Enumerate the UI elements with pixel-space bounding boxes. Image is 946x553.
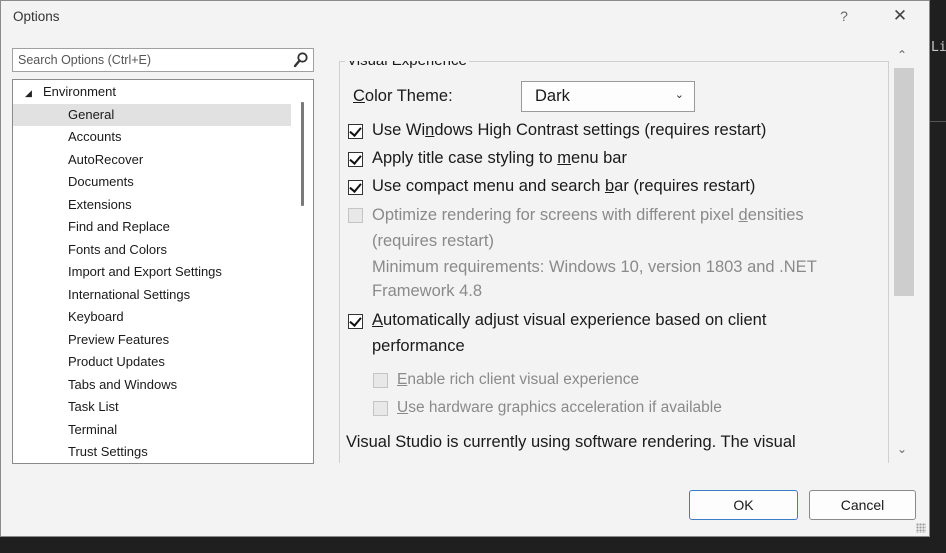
- color-theme-value: Dark: [535, 87, 570, 105]
- tree-item-accounts[interactable]: Accounts: [13, 126, 291, 148]
- tree-item-product-updates[interactable]: Product Updates: [13, 351, 291, 373]
- group-title: Visual Experience: [345, 61, 469, 69]
- title-case-checkbox[interactable]: [348, 152, 363, 167]
- tree-item-general[interactable]: General: [13, 103, 291, 126]
- chevron-down-icon: ⌄: [674, 89, 684, 101]
- rendering-status-text: Visual Studio is currently using softwar…: [346, 433, 796, 451]
- search-placeholder: Search Options (Ctrl+E): [18, 53, 152, 67]
- scroll-up-icon[interactable]: ⌃: [897, 48, 907, 62]
- rich-client-checkbox[interactable]: [373, 373, 388, 388]
- panel-scrollbar[interactable]: ⌃ ⌄: [892, 46, 914, 464]
- search-options-input[interactable]: Search Options (Ctrl+E): [12, 48, 314, 72]
- hw-accel-checkbox[interactable]: [373, 401, 388, 416]
- tree-item-terminal[interactable]: Terminal: [13, 419, 291, 441]
- color-theme-label: Color Theme:: [353, 87, 453, 105]
- tree-item-task-list[interactable]: Task List: [13, 396, 291, 418]
- auto-adjust-checkbox[interactable]: [348, 314, 363, 329]
- options-dialog: Options ? ✕ Search Options (Ctrl+E) ◢ Env…: [0, 0, 930, 537]
- tree-item-extensions[interactable]: Extensions: [13, 194, 291, 216]
- settings-panel: Visual Experience Color Theme: Dark ⌄ Us…: [339, 61, 889, 463]
- search-icon[interactable]: [293, 51, 309, 69]
- tree-item-documents[interactable]: Documents: [13, 171, 291, 193]
- tree-item-import-export-settings[interactable]: Import and Export Settings: [13, 261, 291, 283]
- tree-item-fonts-and-colors[interactable]: Fonts and Colors: [13, 239, 291, 261]
- tree-scrollbar-thumb[interactable]: [301, 102, 304, 206]
- compact-menu-checkbox[interactable]: [348, 180, 363, 195]
- close-button[interactable]: ✕: [885, 4, 915, 28]
- rich-client-label: Enable rich client visual experience: [397, 371, 640, 388]
- hw-accel-label: Use hardware graphics acceleration if av…: [397, 399, 722, 416]
- panel-scrollbar-thumb[interactable]: [894, 68, 914, 296]
- tree-item-trust-settings[interactable]: Trust Settings: [13, 441, 291, 463]
- background-code-fragment: Lic: [931, 40, 946, 55]
- auto-adjust-label[interactable]: Automatically adjust visual experience b…: [372, 311, 766, 330]
- tree-item-tabs-and-windows[interactable]: Tabs and Windows: [13, 374, 291, 396]
- tree-item-autorecover[interactable]: AutoRecover: [13, 149, 291, 171]
- cancel-button[interactable]: Cancel: [809, 490, 916, 520]
- optimize-rendering-requirements: Minimum requirements: Windows 10, versio…: [372, 258, 817, 276]
- tree-node-environment[interactable]: ◢ Environment: [25, 81, 303, 103]
- optimize-rendering-note: (requires restart): [372, 232, 494, 250]
- expand-triangle-icon[interactable]: ◢: [25, 82, 43, 104]
- optimize-rendering-checkbox[interactable]: [348, 208, 363, 223]
- tree-item-find-and-replace[interactable]: Find and Replace: [13, 216, 291, 238]
- resize-grip-icon[interactable]: [916, 523, 926, 533]
- color-theme-dropdown[interactable]: Dark ⌄: [521, 81, 695, 112]
- high-contrast-label[interactable]: Use Windows High Contrast settings (requ…: [372, 121, 766, 140]
- ok-button[interactable]: OK: [689, 490, 798, 520]
- help-button[interactable]: ?: [831, 4, 857, 28]
- compact-menu-label[interactable]: Use compact menu and search bar (require…: [372, 177, 755, 196]
- tree-item-keyboard[interactable]: Keyboard: [13, 306, 291, 328]
- high-contrast-checkbox[interactable]: [348, 124, 363, 139]
- optimize-rendering-framework: Framework 4.8: [372, 282, 483, 300]
- optimize-rendering-label: Optimize rendering for screens with diff…: [372, 206, 804, 224]
- tree-item-international-settings[interactable]: International Settings: [13, 284, 291, 306]
- scroll-down-icon[interactable]: ⌄: [897, 442, 907, 456]
- background-divider: [930, 121, 946, 122]
- background-status-edge: [0, 537, 930, 553]
- dialog-title: Options: [13, 9, 60, 24]
- background-editor-edge: Lic: [930, 0, 946, 553]
- tree-item-preview-features[interactable]: Preview Features: [13, 329, 291, 351]
- auto-adjust-label-line2: performance: [372, 337, 465, 355]
- tree-node-label: Environment: [43, 84, 116, 99]
- title-case-label[interactable]: Apply title case styling to menu bar: [372, 149, 627, 168]
- title-bar: Options ? ✕: [1, 1, 929, 33]
- options-tree[interactable]: ◢ Environment General Accounts AutoRecove…: [12, 79, 314, 464]
